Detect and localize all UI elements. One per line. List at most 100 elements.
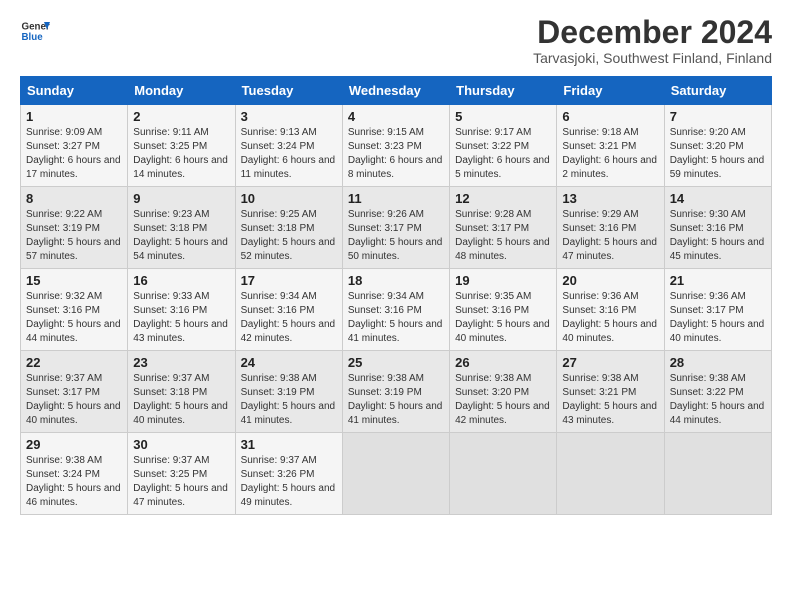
day-info: Sunrise: 9:30 AM Sunset: 3:16 PM Dayligh…: [670, 208, 766, 264]
col-friday: Friday: [557, 77, 664, 105]
day-number: 29: [26, 437, 122, 452]
table-row: [664, 433, 771, 515]
day-number: 30: [133, 437, 229, 452]
day-number: 25: [348, 355, 444, 370]
day-info: Sunrise: 9:26 AM Sunset: 3:17 PM Dayligh…: [348, 208, 444, 264]
day-info: Sunrise: 9:22 AM Sunset: 3:19 PM Dayligh…: [26, 208, 122, 264]
title-area: December 2024 Tarvasjoki, Southwest Finl…: [533, 16, 772, 66]
day-info: Sunrise: 9:23 AM Sunset: 3:18 PM Dayligh…: [133, 208, 229, 264]
table-row: 14 Sunrise: 9:30 AM Sunset: 3:16 PM Dayli…: [664, 187, 771, 269]
day-info: Sunrise: 9:38 AM Sunset: 3:22 PM Dayligh…: [670, 372, 766, 428]
col-sunday: Sunday: [21, 77, 128, 105]
table-row: 28 Sunrise: 9:38 AM Sunset: 3:22 PM Dayli…: [664, 351, 771, 433]
day-number: 24: [241, 355, 337, 370]
day-info: Sunrise: 9:34 AM Sunset: 3:16 PM Dayligh…: [241, 290, 337, 346]
day-info: Sunrise: 9:29 AM Sunset: 3:16 PM Dayligh…: [562, 208, 658, 264]
day-number: 17: [241, 273, 337, 288]
calendar-week-row: 15 Sunrise: 9:32 AM Sunset: 3:16 PM Dayli…: [21, 269, 772, 351]
day-number: 8: [26, 191, 122, 206]
day-info: Sunrise: 9:34 AM Sunset: 3:16 PM Dayligh…: [348, 290, 444, 346]
day-info: Sunrise: 9:20 AM Sunset: 3:20 PM Dayligh…: [670, 126, 766, 182]
col-tuesday: Tuesday: [235, 77, 342, 105]
table-row: 16 Sunrise: 9:33 AM Sunset: 3:16 PM Dayli…: [128, 269, 235, 351]
col-thursday: Thursday: [450, 77, 557, 105]
day-number: 16: [133, 273, 229, 288]
calendar-week-row: 29 Sunrise: 9:38 AM Sunset: 3:24 PM Dayli…: [21, 433, 772, 515]
day-number: 23: [133, 355, 229, 370]
table-row: 18 Sunrise: 9:34 AM Sunset: 3:16 PM Dayli…: [342, 269, 449, 351]
day-info: Sunrise: 9:25 AM Sunset: 3:18 PM Dayligh…: [241, 208, 337, 264]
table-row: 23 Sunrise: 9:37 AM Sunset: 3:18 PM Dayli…: [128, 351, 235, 433]
day-number: 3: [241, 109, 337, 124]
day-info: Sunrise: 9:13 AM Sunset: 3:24 PM Dayligh…: [241, 126, 337, 182]
day-info: Sunrise: 9:15 AM Sunset: 3:23 PM Dayligh…: [348, 126, 444, 182]
table-row: 27Sunrise: 9:38 AM Sunset: 3:21 PM Dayli…: [557, 351, 664, 433]
day-number: 2: [133, 109, 229, 124]
table-row: 26Sunrise: 9:38 AM Sunset: 3:20 PM Dayli…: [450, 351, 557, 433]
logo-icon: General Blue: [20, 16, 50, 46]
table-row: 20 Sunrise: 9:36 AM Sunset: 3:16 PM Dayli…: [557, 269, 664, 351]
table-row: 15 Sunrise: 9:32 AM Sunset: 3:16 PM Dayli…: [21, 269, 128, 351]
day-info: Sunrise: 9:37 AM Sunset: 3:17 PM Dayligh…: [26, 372, 122, 428]
day-info: Sunrise: 9:32 AM Sunset: 3:16 PM Dayligh…: [26, 290, 122, 346]
table-row: 17 Sunrise: 9:34 AM Sunset: 3:16 PM Dayli…: [235, 269, 342, 351]
table-row: 5Sunrise: 9:17 AM Sunset: 3:22 PM Daylig…: [450, 105, 557, 187]
table-row: 10 Sunrise: 9:25 AM Sunset: 3:18 PM Dayli…: [235, 187, 342, 269]
day-info: Sunrise: 9:36 AM Sunset: 3:17 PM Dayligh…: [670, 290, 766, 346]
day-info: Sunrise: 9:38 AM Sunset: 3:20 PM Dayligh…: [455, 372, 551, 428]
day-number: 31: [241, 437, 337, 452]
table-row: 9 Sunrise: 9:23 AM Sunset: 3:18 PM Daylig…: [128, 187, 235, 269]
table-row: 6Sunrise: 9:18 AM Sunset: 3:21 PM Daylig…: [557, 105, 664, 187]
col-monday: Monday: [128, 77, 235, 105]
day-number: 9: [133, 191, 229, 206]
day-number: 15: [26, 273, 122, 288]
day-info: Sunrise: 9:33 AM Sunset: 3:16 PM Dayligh…: [133, 290, 229, 346]
table-row: 8 Sunrise: 9:22 AM Sunset: 3:19 PM Daylig…: [21, 187, 128, 269]
table-row: 1Sunrise: 9:09 AM Sunset: 3:27 PM Daylig…: [21, 105, 128, 187]
table-row: 30 Sunrise: 9:37 AM Sunset: 3:25 PM Dayli…: [128, 433, 235, 515]
table-row: 24 Sunrise: 9:38 AM Sunset: 3:19 PM Dayli…: [235, 351, 342, 433]
day-number: 22: [26, 355, 122, 370]
table-row: [557, 433, 664, 515]
calendar-week-row: 1Sunrise: 9:09 AM Sunset: 3:27 PM Daylig…: [21, 105, 772, 187]
calendar-subtitle: Tarvasjoki, Southwest Finland, Finland: [533, 50, 772, 66]
day-number: 21: [670, 273, 766, 288]
table-row: 22 Sunrise: 9:37 AM Sunset: 3:17 PM Dayli…: [21, 351, 128, 433]
day-number: 20: [562, 273, 658, 288]
table-row: 7 Sunrise: 9:20 AM Sunset: 3:20 PM Daylig…: [664, 105, 771, 187]
table-row: 3 Sunrise: 9:13 AM Sunset: 3:24 PM Daylig…: [235, 105, 342, 187]
day-number: 28: [670, 355, 766, 370]
day-info: Sunrise: 9:38 AM Sunset: 3:19 PM Dayligh…: [348, 372, 444, 428]
day-number: 6: [562, 109, 658, 124]
day-info: Sunrise: 9:28 AM Sunset: 3:17 PM Dayligh…: [455, 208, 551, 264]
calendar-header-row: Sunday Monday Tuesday Wednesday Thursday…: [21, 77, 772, 105]
calendar-week-row: 8 Sunrise: 9:22 AM Sunset: 3:19 PM Daylig…: [21, 187, 772, 269]
calendar-week-row: 22 Sunrise: 9:37 AM Sunset: 3:17 PM Dayli…: [21, 351, 772, 433]
day-info: Sunrise: 9:38 AM Sunset: 3:19 PM Dayligh…: [241, 372, 337, 428]
day-info: Sunrise: 9:38 AM Sunset: 3:24 PM Dayligh…: [26, 454, 122, 510]
day-number: 7: [670, 109, 766, 124]
day-number: 5: [455, 109, 551, 124]
day-number: 1: [26, 109, 122, 124]
table-row: 21 Sunrise: 9:36 AM Sunset: 3:17 PM Dayli…: [664, 269, 771, 351]
day-info: Sunrise: 9:36 AM Sunset: 3:16 PM Dayligh…: [562, 290, 658, 346]
svg-text:Blue: Blue: [22, 32, 44, 43]
day-info: Sunrise: 9:37 AM Sunset: 3:18 PM Dayligh…: [133, 372, 229, 428]
table-row: 31Sunrise: 9:37 AM Sunset: 3:26 PM Dayli…: [235, 433, 342, 515]
table-row: 29 Sunrise: 9:38 AM Sunset: 3:24 PM Dayli…: [21, 433, 128, 515]
table-row: 4Sunrise: 9:15 AM Sunset: 3:23 PM Daylig…: [342, 105, 449, 187]
day-number: 13: [562, 191, 658, 206]
col-wednesday: Wednesday: [342, 77, 449, 105]
day-info: Sunrise: 9:35 AM Sunset: 3:16 PM Dayligh…: [455, 290, 551, 346]
day-info: Sunrise: 9:37 AM Sunset: 3:25 PM Dayligh…: [133, 454, 229, 510]
table-row: [342, 433, 449, 515]
calendar-title: December 2024: [533, 16, 772, 48]
header: General Blue December 2024 Tarvasjoki, S…: [20, 16, 772, 66]
day-number: 18: [348, 273, 444, 288]
day-number: 19: [455, 273, 551, 288]
day-number: 10: [241, 191, 337, 206]
day-number: 14: [670, 191, 766, 206]
day-number: 12: [455, 191, 551, 206]
calendar-table: Sunday Monday Tuesday Wednesday Thursday…: [20, 76, 772, 515]
col-saturday: Saturday: [664, 77, 771, 105]
